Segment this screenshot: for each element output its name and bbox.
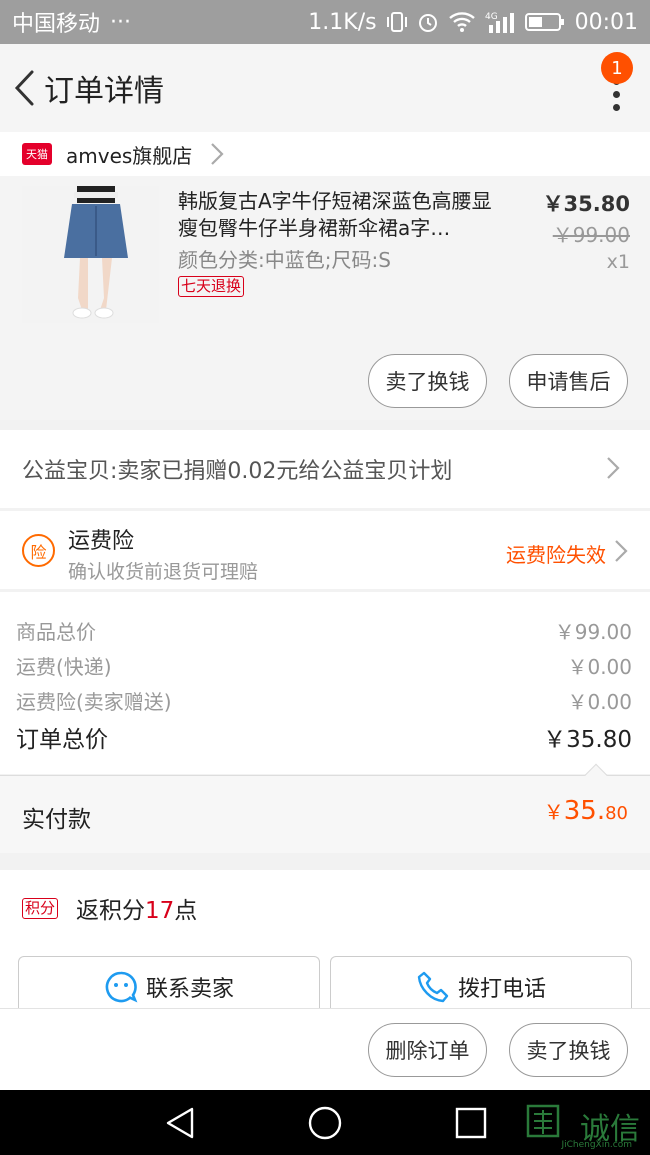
alarm-icon xyxy=(417,11,439,33)
order-total-row: 订单总价 ￥35.80 xyxy=(16,720,632,754)
product-price: ￥35.80 xyxy=(542,192,630,216)
payment-integer: 35. xyxy=(563,796,606,826)
insurance-title: 运费险 xyxy=(68,529,135,554)
sell-for-cash-button-bottom[interactable]: 卖了换钱 xyxy=(509,1023,628,1077)
vibrate-icon xyxy=(386,11,407,33)
contact-seller-button[interactable]: 联系卖家 xyxy=(18,956,320,1016)
system-nav-bar: 诚信 JiChengXin.com xyxy=(0,1090,650,1155)
product-sku: 颜色分类:中蓝色;尺码:S xyxy=(178,248,391,272)
product-original-price: ￥99.00 xyxy=(552,223,630,247)
wifi-icon xyxy=(448,12,475,32)
price-summary: 商品总价 ￥99.00 运费(快递) ￥0.00 运费险(卖家赠送) ￥0.00… xyxy=(0,592,650,774)
status-bar: 中国移动 ··· 1.1K/s 4G 00:01 xyxy=(0,0,650,44)
after-sale-button[interactable]: 申请售后 xyxy=(509,354,628,408)
summary-row: 运费(快递) ￥0.00 xyxy=(16,651,632,680)
nav-bar: 订单详情 1 xyxy=(0,44,650,132)
page-title: 订单详情 xyxy=(44,74,164,109)
currency-symbol: ￥ xyxy=(543,800,564,824)
sell-for-cash-button[interactable]: 卖了换钱 xyxy=(368,354,487,408)
summary-row: 商品总价 ￥99.00 xyxy=(16,616,632,645)
delete-order-button[interactable]: 删除订单 xyxy=(368,1023,487,1077)
points-row: 积分 返积分17点 xyxy=(0,870,650,946)
watermark: 诚信 JiChengXin.com xyxy=(526,1100,644,1150)
chevron-right-icon xyxy=(607,457,620,479)
points-number: 17 xyxy=(145,898,175,924)
battery-icon xyxy=(524,12,565,32)
tmall-logo: 天猫 xyxy=(22,143,52,165)
phone-icon xyxy=(417,971,449,1002)
points-suffix: 点 xyxy=(174,898,198,924)
signal-icon: 4G xyxy=(485,11,515,33)
notification-dots: ··· xyxy=(110,9,131,35)
actual-payment-label: 实付款 xyxy=(22,807,91,833)
product-quantity: x1 xyxy=(606,251,630,273)
message-badge: 1 xyxy=(601,52,633,84)
chevron-right-icon xyxy=(615,540,628,562)
call-phone-label: 拨打电话 xyxy=(457,976,546,1002)
svg-text:4G: 4G xyxy=(485,12,498,22)
actual-payment-row: 实付款 ￥35.80 xyxy=(0,763,650,853)
summary-value: ￥99.00 xyxy=(554,620,632,644)
insurance-subtitle: 确认收货前退货可理赔 xyxy=(68,561,259,583)
return-policy-tag: 七天退换 xyxy=(178,276,245,297)
insurance-icon: 险 xyxy=(22,534,55,567)
store-name: amves旗舰店 xyxy=(66,143,193,168)
watermark-logo xyxy=(526,1104,560,1138)
product-thumbnail[interactable] xyxy=(22,186,159,323)
summary-value: ￥0.00 xyxy=(567,690,632,714)
summary-value: ￥0.00 xyxy=(567,655,632,679)
summary-label: 运费险(卖家赠送) xyxy=(16,690,172,714)
recents-square-icon[interactable] xyxy=(455,1106,487,1140)
order-total-value: ￥35.80 xyxy=(543,727,632,753)
summary-row: 运费险(卖家赠送) ￥0.00 xyxy=(16,686,632,715)
bottom-action-bar: 删除订单 卖了换钱 xyxy=(0,1008,650,1090)
product-title[interactable]: 韩版复古A字牛仔短裙深蓝色高腰显瘦包臀牛仔半身裙新伞裙a字… xyxy=(178,188,508,242)
points-text: 返积分17点 xyxy=(76,891,197,925)
back-triangle-icon[interactable] xyxy=(164,1106,196,1140)
payment-decimal: 80 xyxy=(605,803,628,824)
order-total-label: 订单总价 xyxy=(16,727,108,753)
summary-label: 商品总价 xyxy=(16,620,96,644)
clock: 00:01 xyxy=(574,9,638,35)
freight-insurance-row[interactable]: 险 运费险 确认收货前退货可理赔 运费险失效 xyxy=(0,511,650,589)
points-badge: 积分 xyxy=(22,897,59,919)
home-circle-icon[interactable] xyxy=(307,1106,343,1142)
chevron-left-icon xyxy=(14,70,34,106)
actual-payment-value: ￥35.80 xyxy=(544,796,628,826)
summary-label: 运费(快递) xyxy=(16,655,112,679)
back-button[interactable] xyxy=(4,44,44,132)
points-prefix: 返积分 xyxy=(76,898,146,924)
carrier-label: 中国移动 xyxy=(12,12,101,37)
charity-text: 公益宝贝:卖家已捐赠0.02元给公益宝贝计划 xyxy=(22,459,453,484)
chevron-right-icon xyxy=(211,143,224,165)
contact-seller-label: 联系卖家 xyxy=(145,976,234,1002)
watermark-sub: JiChengXin.com xyxy=(561,1140,632,1150)
charity-row[interactable]: 公益宝贝:卖家已捐赠0.02元给公益宝贝计划 xyxy=(0,430,650,508)
insurance-status: 运费险失效 xyxy=(506,543,606,567)
store-row[interactable]: 天猫 amves旗舰店 xyxy=(0,132,650,176)
product-card[interactable]: 韩版复古A字牛仔短裙深蓝色高腰显瘦包臀牛仔半身裙新伞裙a字… 颜色分类:中蓝色;… xyxy=(0,176,650,420)
network-speed: 1.1K/s xyxy=(308,9,377,35)
call-phone-button[interactable]: 拨打电话 xyxy=(330,956,632,1016)
contact-section: 联系卖家 拨打电话 xyxy=(0,946,650,1016)
chat-smile-icon xyxy=(105,971,138,1003)
